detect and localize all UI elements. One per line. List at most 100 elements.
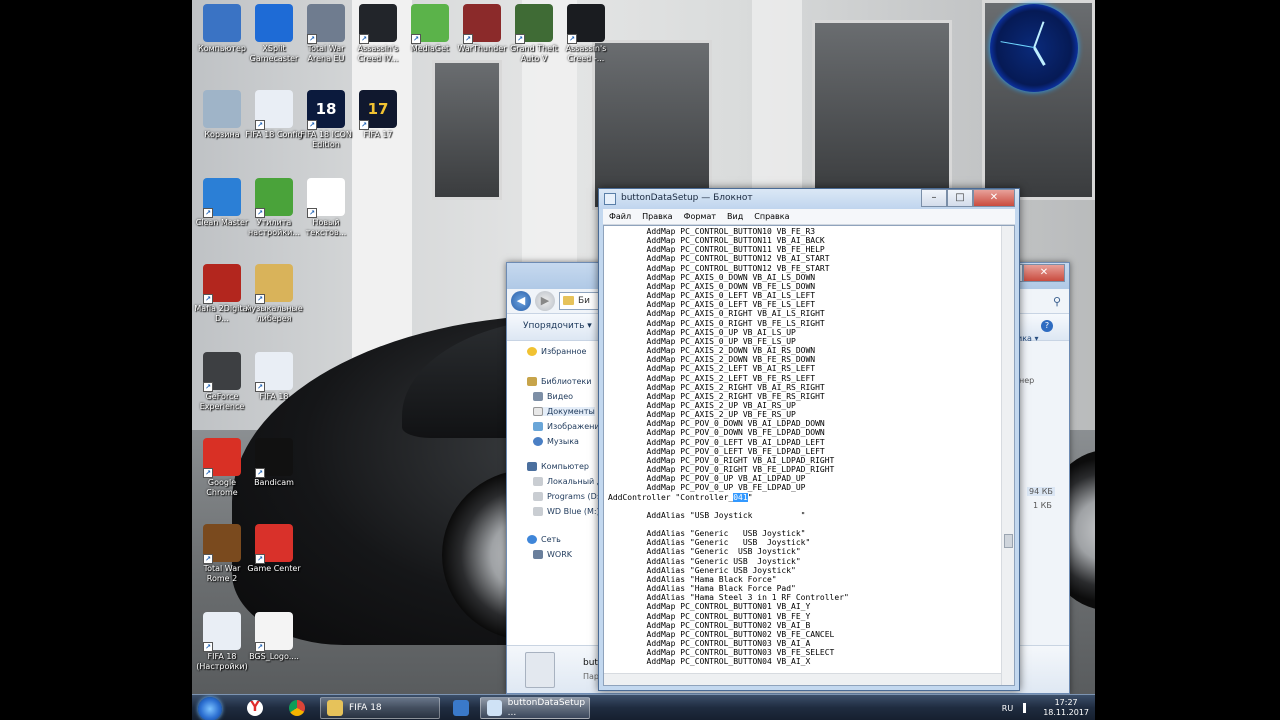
- start-button[interactable]: [198, 697, 222, 720]
- menu-format[interactable]: Формат: [684, 212, 716, 221]
- tray-clock[interactable]: 17:27 18.11.2017: [1043, 698, 1089, 718]
- desktop-icon[interactable]: ↗ Grand Theft Auto V: [504, 4, 564, 64]
- desktop-icon[interactable]: ↗ FIFA 18 Config: [244, 90, 304, 140]
- text-line: AddMap PC_AXIS_2_RIGHT VB_FE_RS_RIGHT: [608, 391, 825, 401]
- desktop-icon[interactable]: ↗ BGS_Logo....: [244, 612, 304, 662]
- nav-network[interactable]: Сеть: [527, 535, 561, 544]
- text-editor[interactable]: AddMap PC_CONTROL_BUTTON10 VB_FE_R3 AddM…: [603, 225, 1015, 686]
- nav-programs-drive[interactable]: Programs (D:): [533, 492, 603, 501]
- organize-button[interactable]: Упорядочить ▾: [523, 321, 592, 331]
- menu-help[interactable]: Справка: [754, 212, 789, 221]
- nav-favorites[interactable]: Избранное: [527, 347, 586, 356]
- nav-libraries[interactable]: Библиотеки: [527, 377, 591, 386]
- help-icon[interactable]: ?: [1041, 320, 1053, 332]
- taskbar-fifa18[interactable]: FIFA 18: [320, 697, 440, 719]
- maximize-button[interactable]: □: [947, 189, 973, 207]
- shortcut-arrow-icon: ↗: [255, 642, 265, 652]
- media-player-icon[interactable]: [442, 697, 480, 719]
- network-tray-icon[interactable]: [1023, 703, 1034, 713]
- text-line: AddMap PC_AXIS_0_RIGHT VB_AI_LS_RIGHT: [608, 309, 825, 319]
- app-icon: ↗: [359, 4, 397, 44]
- drive-icon: [533, 507, 543, 516]
- nav-video[interactable]: Видео: [533, 392, 573, 401]
- documents-icon: [533, 407, 543, 416]
- desktop-icon[interactable]: ↗ GeForce Experience: [192, 352, 252, 412]
- text-line: AddMap PC_AXIS_0_RIGHT VB_FE_LS_RIGHT: [608, 318, 825, 328]
- menu-view[interactable]: Вид: [727, 212, 743, 221]
- text-line: AddMap PC_CONTROL_BUTTON12 VB_FE_START: [608, 263, 830, 273]
- desktop-icon[interactable]: ↗ Новый текстов...: [296, 178, 356, 238]
- desktop-icon[interactable]: ↗ Assassin's Creed -...: [556, 4, 616, 64]
- menu-file[interactable]: Файл: [609, 212, 631, 221]
- star-icon: [527, 347, 537, 356]
- chrome-icon[interactable]: [278, 697, 316, 719]
- desktop-icon[interactable]: Корзина: [192, 90, 252, 140]
- desktop-icon[interactable]: ↗ Clean Master: [192, 178, 252, 228]
- column-header: нер: [1019, 376, 1035, 385]
- text-line: AddAlias "Generic USB Joystick": [608, 538, 811, 548]
- desktop-icon[interactable]: 18 ↗ FIFA 18 ICON Edition: [296, 90, 356, 150]
- close-button[interactable]: ✕: [1023, 264, 1065, 282]
- editor-text[interactable]: AddMap PC_CONTROL_BUTTON10 VB_FE_R3 AddM…: [608, 227, 1002, 667]
- desktop-icon-label: Новый текстов...: [305, 218, 347, 237]
- desktop-icon[interactable]: ↗ музыкальные либерея: [244, 264, 304, 324]
- desktop-icon[interactable]: ↗ Assassin's Creed IV...: [348, 4, 408, 64]
- nav-images[interactable]: Изображени: [533, 422, 600, 431]
- desktop-icon[interactable]: ↗ FIFA 18: [244, 352, 304, 402]
- text-line: AddAlias "Generic USB Joystick": [608, 529, 806, 539]
- menu-edit[interactable]: Правка: [642, 212, 672, 221]
- view-options[interactable]: ика ▾: [1017, 334, 1039, 343]
- search-icon[interactable]: ⚲: [1053, 295, 1061, 308]
- app-icon: ↗: [255, 612, 293, 652]
- desktop-icon-label: Mafia 2Digital D...: [194, 304, 250, 323]
- shortcut-arrow-icon: ↗: [255, 554, 265, 564]
- desktop-icon-label: FIFA 18 (Настройки): [196, 652, 248, 671]
- desktop-icon[interactable]: Компьютер: [192, 4, 252, 54]
- desktop-icon[interactable]: ↗ Total War Arena EU: [296, 4, 356, 64]
- desktop-icon-label: Total War Rome 2: [203, 564, 241, 583]
- computer-icon: [527, 462, 537, 471]
- text-line: AddMap PC_POV_0_LEFT VB_AI_LDPAD_LEFT: [608, 437, 825, 447]
- vertical-scrollbar[interactable]: [1001, 226, 1014, 685]
- desktop-icon[interactable]: 17 ↗ FIFA 17: [348, 90, 408, 140]
- scroll-thumb[interactable]: [1004, 534, 1013, 548]
- nav-local-disk[interactable]: Локальный д: [533, 477, 602, 486]
- desktop-icon[interactable]: ↗ Google Chrome: [192, 438, 252, 498]
- desktop-icon[interactable]: ↗ FIFA 18 (Настройки): [192, 612, 252, 672]
- close-button[interactable]: ✕: [973, 189, 1015, 207]
- notepad-titlebar[interactable]: buttonDataSetup — Блокнот – □ ✕: [599, 189, 1019, 209]
- text-line: [608, 502, 1002, 511]
- nav-wd-blue-drive[interactable]: WD Blue (M:): [533, 507, 600, 516]
- nav-documents[interactable]: Документы: [533, 407, 595, 416]
- app-icon: ↗: [203, 352, 241, 392]
- language-indicator[interactable]: RU: [1002, 704, 1013, 713]
- desktop-icon[interactable]: ↗ WarThunder: [452, 4, 512, 54]
- library-icon: [527, 377, 537, 386]
- forward-button[interactable]: ▶: [535, 291, 555, 311]
- drive-icon: [533, 477, 543, 486]
- notepad-window[interactable]: buttonDataSetup — Блокнот – □ ✕ Файл Пра…: [598, 188, 1020, 691]
- minimize-button[interactable]: –: [921, 189, 947, 207]
- desktop-icon[interactable]: ↗ Mafia 2Digital D...: [192, 264, 252, 324]
- shortcut-arrow-icon: ↗: [255, 208, 265, 218]
- yandex-browser-icon[interactable]: Y: [236, 697, 274, 719]
- desktop-icon[interactable]: XSplit Gamecaster: [244, 4, 304, 64]
- text-line: AddMap PC_POV_0_UP VB_AI_LDPAD_UP: [608, 474, 806, 484]
- shortcut-arrow-icon: ↗: [307, 208, 317, 218]
- taskbar-notepad[interactable]: buttonDataSetup ...: [480, 697, 590, 719]
- horizontal-scrollbar[interactable]: [604, 673, 1001, 685]
- desktop-icon[interactable]: ↗ Утилита настройки...: [244, 178, 304, 238]
- app-icon: ↗: [203, 524, 241, 564]
- back-button[interactable]: ◀: [511, 291, 531, 311]
- clock-gadget[interactable]: [990, 4, 1078, 92]
- desktop-icon[interactable]: ↗ Game Center: [244, 524, 304, 574]
- nav-work[interactable]: WORK: [533, 550, 572, 559]
- desktop-icon[interactable]: ↗ Total War Rome 2: [192, 524, 252, 584]
- nav-music[interactable]: Музыка: [533, 437, 579, 446]
- text-line: AddMap PC_POV_0_LEFT VB_FE_LDPAD_LEFT: [608, 446, 825, 456]
- nav-computer[interactable]: Компьютер: [527, 462, 589, 471]
- shortcut-arrow-icon: ↗: [255, 120, 265, 130]
- text-line: AddMap PC_AXIS_2_DOWN VB_FE_RS_DOWN: [608, 355, 816, 365]
- desktop-icon[interactable]: ↗ Bandicam: [244, 438, 304, 488]
- desktop-icon[interactable]: ↗ MediaGet: [400, 4, 460, 54]
